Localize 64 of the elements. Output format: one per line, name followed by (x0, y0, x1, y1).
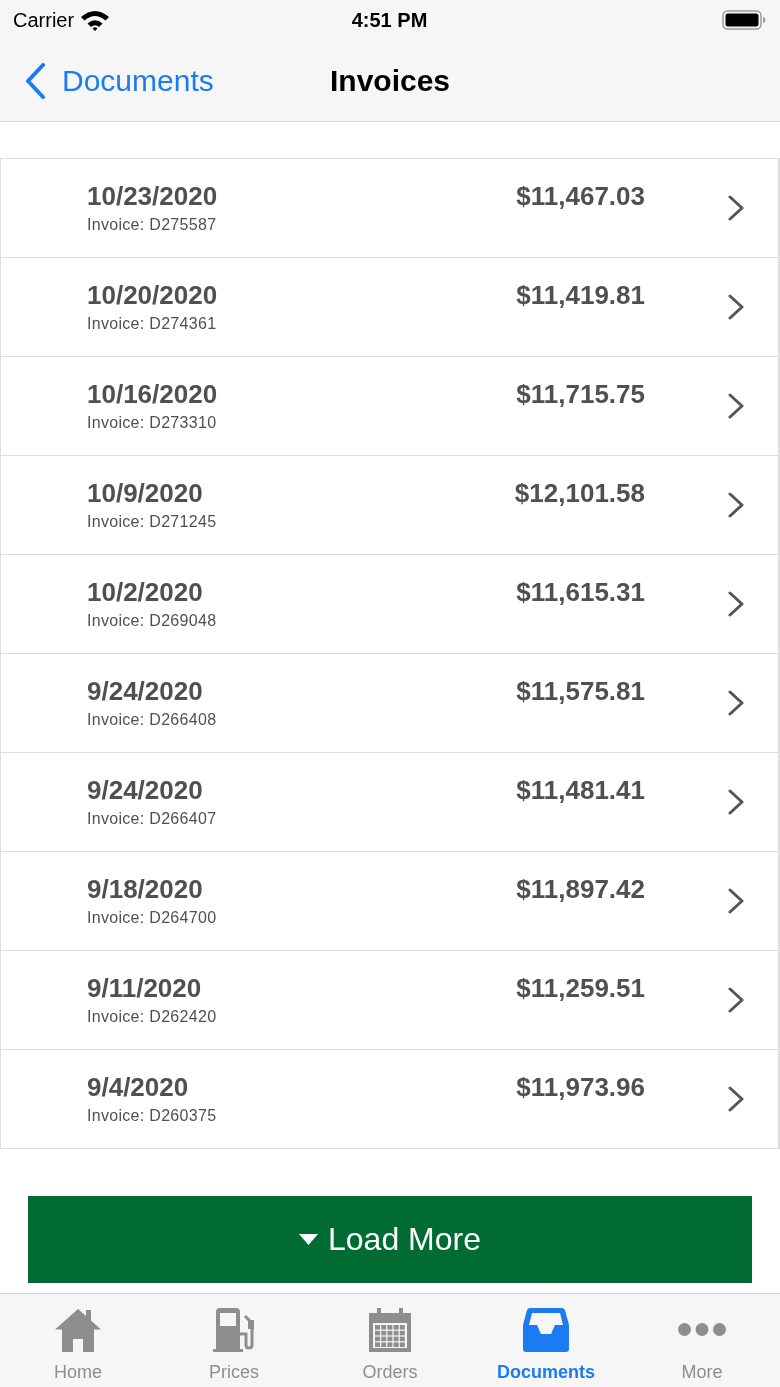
back-button[interactable]: Documents (24, 62, 214, 99)
invoice-row[interactable]: 9/24/2020 Invoice: D266408 $11,575.81 (0, 654, 780, 753)
invoice-row[interactable]: 10/16/2020 Invoice: D273310 $11,715.75 (0, 357, 780, 456)
chevron-right-icon (728, 987, 744, 1013)
invoice-amount: $11,575.81 (516, 676, 645, 706)
invoice-row[interactable]: 9/4/2020 Invoice: D260375 $11,973.96 (0, 1050, 780, 1149)
carrier-name: Carrier (13, 8, 75, 32)
invoice-row[interactable]: 9/24/2020 Invoice: D266407 $11,481.41 (0, 753, 780, 852)
invoice-amount: $11,973.96 (516, 1072, 645, 1102)
invoice-number: Invoice: D264700 (87, 908, 217, 928)
invoice-amount: $11,897.42 (516, 874, 645, 904)
status-time: 4:51 PM (351, 8, 428, 32)
tab-bar-item[interactable]: Documents (468, 1294, 624, 1387)
invoice-row[interactable]: 10/2/2020 Invoice: D269048 $11,615.31 (0, 555, 780, 654)
invoice-amount: $11,715.75 (516, 379, 645, 409)
invoice-number: Invoice: D266407 (87, 809, 217, 829)
invoice-row[interactable]: 10/23/2020 Invoice: D275587 $11,467.03 (0, 159, 780, 258)
invoice-amount: $12,101.58 (514, 478, 645, 508)
invoice-date: 10/9/2020 (87, 478, 203, 508)
wifi-icon (80, 9, 111, 31)
inbox-tray-icon (522, 1307, 570, 1353)
battery-icon (722, 10, 766, 30)
invoice-amount: $11,615.31 (516, 577, 645, 607)
chevron-right-icon (728, 492, 744, 518)
chevron-right-icon (728, 789, 744, 815)
chevron-right-icon (728, 690, 744, 716)
invoice-date: 10/23/2020 (87, 181, 218, 211)
invoice-row[interactable]: 10/20/2020 Invoice: D274361 $11,419.81 (0, 258, 780, 357)
house-icon (54, 1307, 102, 1353)
invoice-date: 9/4/2020 (87, 1072, 189, 1102)
chevron-right-icon (728, 195, 744, 221)
invoice-date: 10/16/2020 (87, 379, 218, 409)
invoice-number: Invoice: D273310 (87, 413, 217, 433)
invoice-date: 10/20/2020 (87, 280, 218, 310)
chevron-right-icon (728, 1086, 744, 1112)
invoice-number: Invoice: D262420 (87, 1007, 217, 1027)
invoice-row[interactable]: 10/9/2020 Invoice: D271245 $12,101.58 (0, 456, 780, 555)
invoice-amount: $11,419.81 (516, 280, 645, 310)
invoice-date: 9/24/2020 (87, 676, 203, 706)
invoice-row[interactable]: 9/11/2020 Invoice: D262420 $11,259.51 (0, 951, 780, 1050)
caret-down-icon (299, 1234, 318, 1245)
calendar-icon (366, 1307, 414, 1353)
invoice-number: Invoice: D274361 (87, 314, 217, 334)
chevron-right-icon (728, 294, 744, 320)
invoice-date: 9/24/2020 (87, 775, 203, 805)
invoice-amount: $11,481.41 (516, 775, 645, 805)
invoice-date: 9/11/2020 (87, 973, 202, 1003)
invoice-amount: $11,467.03 (516, 181, 645, 211)
invoice-row[interactable]: 9/18/2020 Invoice: D264700 $11,897.42 (0, 852, 780, 951)
invoice-amount: $11,259.51 (516, 973, 645, 1003)
invoice-number: Invoice: D269048 (87, 611, 217, 631)
chevron-right-icon (728, 393, 744, 419)
ellipsis-icon (678, 1323, 726, 1336)
chevron-right-icon (728, 888, 744, 914)
screen-title: Invoices (329, 63, 451, 98)
back-chevron-icon (24, 62, 46, 99)
invoice-number: Invoice: D260375 (87, 1106, 217, 1126)
invoice-number: Invoice: D266408 (87, 710, 217, 730)
invoice-date: 9/18/2020 (87, 874, 203, 904)
chevron-right-icon (728, 591, 744, 617)
invoice-number: Invoice: D275587 (87, 215, 217, 235)
invoice-date: 10/2/2020 (87, 577, 203, 607)
invoice-number: Invoice: D271245 (87, 512, 217, 532)
load-more-button[interactable]: Load More (28, 1196, 752, 1283)
